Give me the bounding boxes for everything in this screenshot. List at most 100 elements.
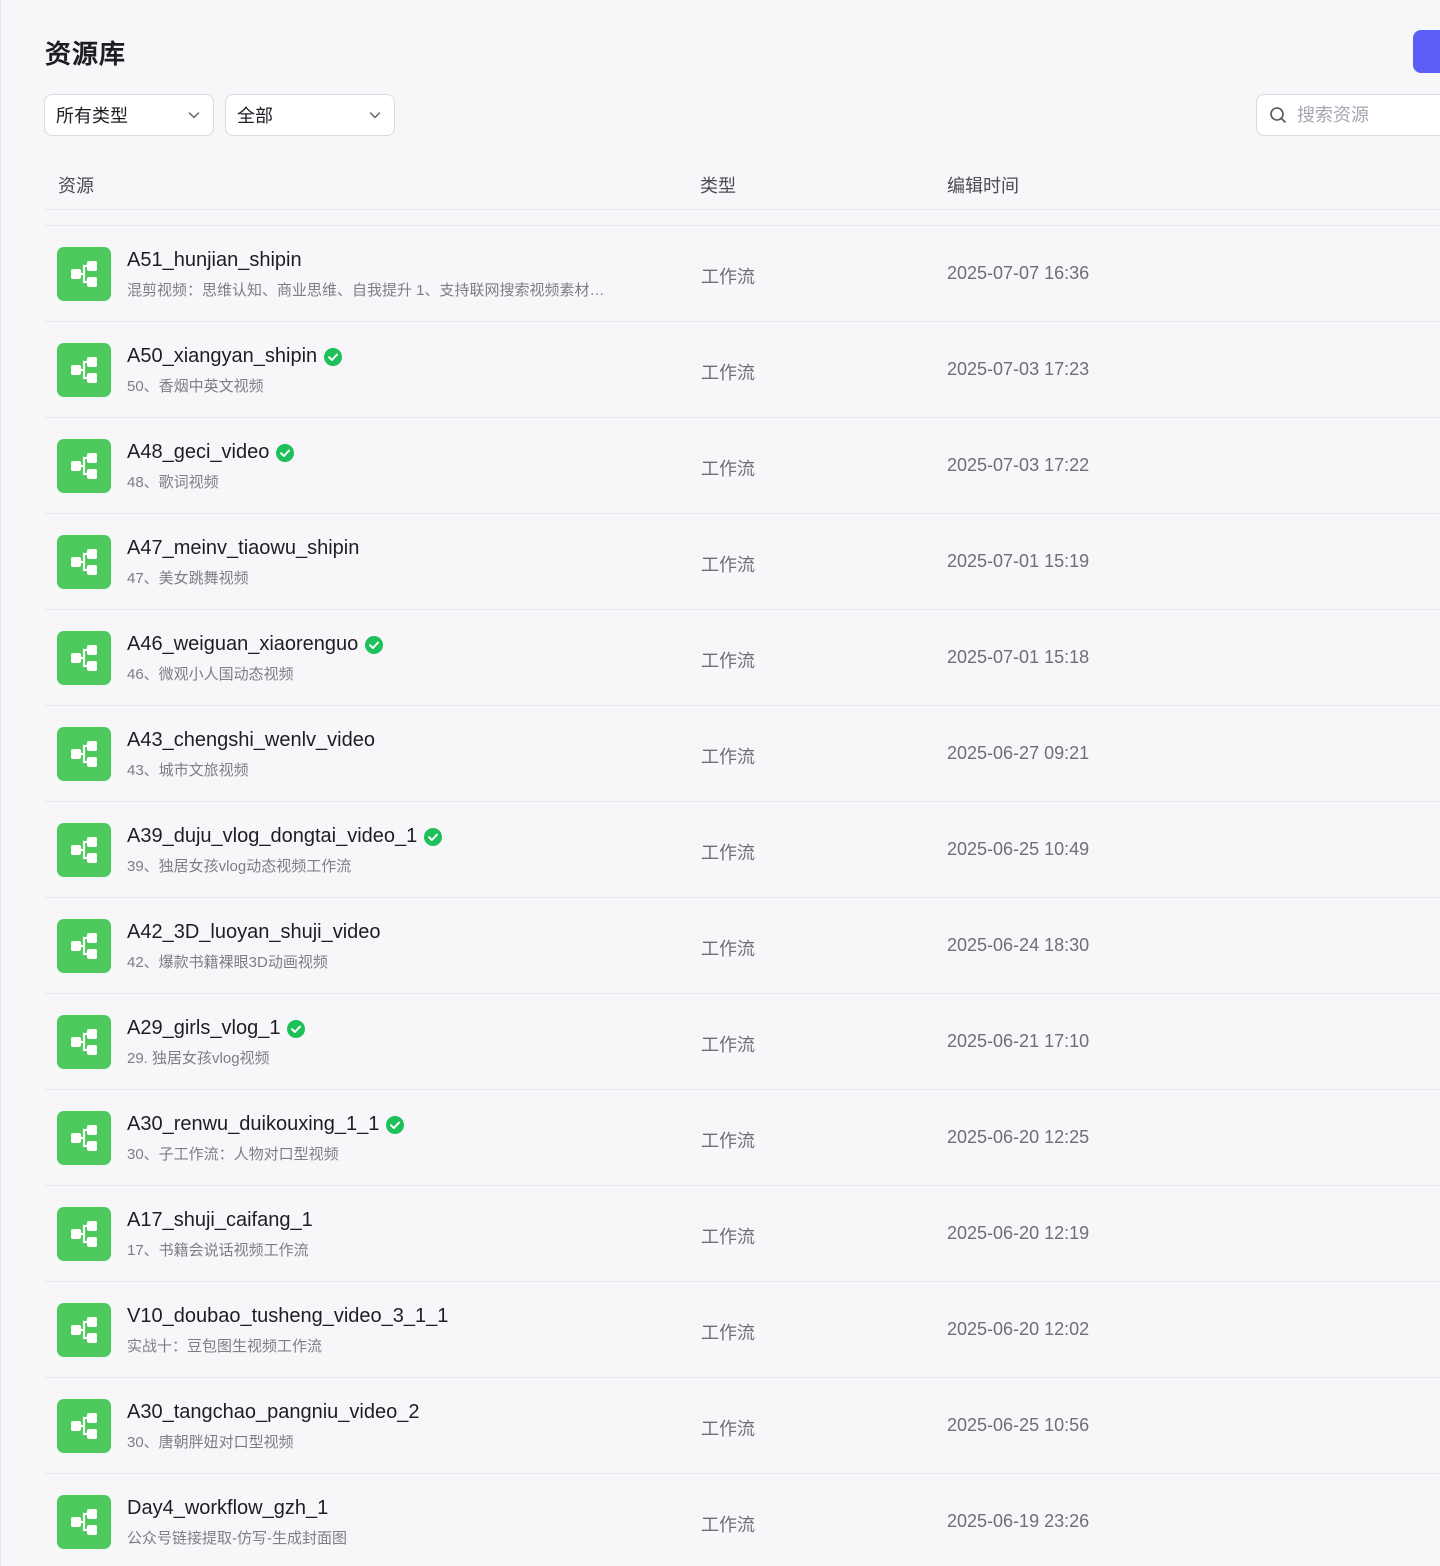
resource-edit-time: 2025-06-27 09:21 [947,743,1090,763]
sidebar-edge-divider [0,0,1,1566]
resource-name: A30_tangchao_pangniu_video_2 [127,1401,420,1423]
scope-select-value: 全部 [237,106,273,126]
resource-description: 46、微观小人国动态视频 [127,666,294,683]
verified-check-icon [424,827,443,846]
resource-description: 29. 独居女孩vlog视频 [127,1050,270,1067]
resource-edit-time: 2025-06-24 18:30 [947,935,1090,955]
workflow-icon [57,343,111,397]
resource-table-body: A51_hunjian_shipin 混剪视频：思维认知、商业思维、自我提升 1… [44,225,1440,1566]
resource-edit-time: 2025-07-01 15:19 [947,551,1090,571]
resource-name-line: A30_tangchao_pangniu_video_2 [127,1401,420,1424]
resource-type: 工作流 [701,1227,755,1247]
resource-type: 工作流 [701,1515,755,1535]
resource-type: 工作流 [701,459,755,479]
table-row[interactable]: A39_duju_vlog_dongtai_video_1 39、独居女孩vlo… [44,802,1440,898]
workflow-icon [57,1399,111,1453]
table-row[interactable]: A42_3D_luoyan_shuji_video 42、爆款书籍裸眼3D动画视… [44,898,1440,994]
resource-name-line: A46_weiguan_xiaorenguo [127,633,384,656]
resource-edit-time: 2025-06-19 23:26 [947,1511,1090,1531]
resource-type: 工作流 [701,1323,755,1343]
resource-edit-time: 2025-07-03 17:22 [947,455,1090,475]
page-title: 资源库 [45,39,127,69]
table-row[interactable]: A47_meinv_tiaowu_shipin 47、美女跳舞视频 工作流 20… [44,514,1440,610]
resource-name-line: A39_duju_vlog_dongtai_video_1 [127,825,443,848]
resource-name: A17_shuji_caifang_1 [127,1209,313,1231]
table-row[interactable]: A30_tangchao_pangniu_video_2 30、唐朝胖妞对口型视… [44,1378,1440,1474]
resource-edit-time: 2025-06-25 10:56 [947,1415,1090,1435]
workflow-icon [57,727,111,781]
resource-name: A47_meinv_tiaowu_shipin [127,537,360,559]
verified-check-icon [386,1115,405,1134]
resource-description: 实战十：豆包图生视频工作流 [127,1338,323,1355]
table-row[interactable]: A48_geci_video 48、歌词视频 工作流 2025-07-03 17… [44,418,1440,514]
resource-name: A50_xiangyan_shipin [127,345,318,367]
resource-description: 公众号链接提取-仿写-生成封面图 [127,1530,347,1547]
resource-type-select[interactable]: 所有类型 [44,94,214,136]
resource-type: 工作流 [701,651,755,671]
table-row[interactable]: Day4_workflow_gzh_1 公众号链接提取-仿写-生成封面图 工作流… [44,1474,1440,1566]
workflow-icon [57,919,111,973]
resource-type: 工作流 [701,747,755,767]
resource-type: 工作流 [701,1131,755,1151]
resource-name-line: V10_doubao_tusheng_video_3_1_1 [127,1305,448,1328]
resource-name-line: A17_shuji_caifang_1 [127,1209,313,1232]
resource-edit-time: 2025-06-20 12:25 [947,1127,1090,1147]
chevron-down-icon [187,108,201,122]
resource-edit-time: 2025-07-03 17:23 [947,359,1090,379]
table-row[interactable]: A51_hunjian_shipin 混剪视频：思维认知、商业思维、自我提升 1… [44,226,1440,322]
workflow-icon [57,631,111,685]
resource-name-line: A47_meinv_tiaowu_shipin [127,537,359,560]
resource-type: 工作流 [701,363,755,383]
workflow-icon [57,535,111,589]
workflow-icon [57,823,111,877]
resource-type-select-value: 所有类型 [56,106,128,126]
resource-type: 工作流 [701,555,755,575]
table-row[interactable]: A43_chengshi_wenlv_video 43、城市文旅视频 工作流 2… [44,706,1440,802]
resource-name-line: A51_hunjian_shipin [127,249,302,272]
resource-name: A51_hunjian_shipin [127,249,302,271]
resource-description: 39、独居女孩vlog动态视频工作流 [127,858,352,875]
create-resource-button[interactable] [1413,30,1440,73]
resource-name-line: A48_geci_video [127,441,295,464]
workflow-icon [57,1015,111,1069]
resource-edit-time: 2025-06-20 12:19 [947,1223,1090,1243]
resource-description: 48、歌词视频 [127,474,219,491]
table-row[interactable]: A29_girls_vlog_1 29. 独居女孩vlog视频 工作流 2025… [44,994,1440,1090]
column-header-type: 类型 [700,176,736,196]
resource-type: 工作流 [701,939,755,959]
column-header-resource: 资源 [58,176,94,196]
workflow-icon [57,1111,111,1165]
search-input[interactable] [1295,103,1440,127]
resource-name: A29_girls_vlog_1 [127,1017,281,1039]
table-row[interactable]: A46_weiguan_xiaorenguo 46、微观小人国动态视频 工作流 … [44,610,1440,706]
table-row[interactable]: A17_shuji_caifang_1 17、书籍会说话视频工作流 工作流 20… [44,1186,1440,1282]
table-row[interactable]: A30_renwu_duikouxing_1_1 30、子工作流：人物对口型视频… [44,1090,1440,1186]
search-box[interactable] [1256,94,1440,136]
resource-type: 工作流 [701,1035,755,1055]
resource-type: 工作流 [701,267,755,287]
search-icon [1269,106,1287,124]
resource-description: 30、子工作流：人物对口型视频 [127,1146,339,1163]
resource-name: V10_doubao_tusheng_video_3_1_1 [127,1305,449,1327]
resource-library-page: 资源库 所有类型 全部 资源 类型 编辑时间 [0,0,1440,1566]
table-row[interactable]: V10_doubao_tusheng_video_3_1_1 实战十：豆包图生视… [44,1282,1440,1378]
table-row[interactable]: A50_xiangyan_shipin 50、香烟中英文视频 工作流 2025-… [44,322,1440,418]
resource-name: A42_3D_luoyan_shuji_video [127,921,381,943]
resource-edit-time: 2025-07-07 16:36 [947,263,1090,283]
verified-check-icon [276,443,295,462]
resource-name: A30_renwu_duikouxing_1_1 [127,1113,380,1135]
resource-edit-time: 2025-06-25 10:49 [947,839,1090,859]
resource-name-line: A50_xiangyan_shipin [127,345,343,368]
chevron-down-icon [368,108,382,122]
scope-select[interactable]: 全部 [225,94,395,136]
resource-name: A39_duju_vlog_dongtai_video_1 [127,825,418,847]
workflow-icon [57,247,111,301]
resource-name-line: A43_chengshi_wenlv_video [127,729,375,752]
resource-description: 50、香烟中英文视频 [127,378,264,395]
resource-description: 42、爆款书籍裸眼3D动画视频 [127,954,328,971]
resource-description: 30、唐朝胖妞对口型视频 [127,1434,294,1451]
resource-description: 17、书籍会说话视频工作流 [127,1242,309,1259]
resource-type: 工作流 [701,1419,755,1439]
resource-name: A43_chengshi_wenlv_video [127,729,375,751]
resource-description: 43、城市文旅视频 [127,762,249,779]
